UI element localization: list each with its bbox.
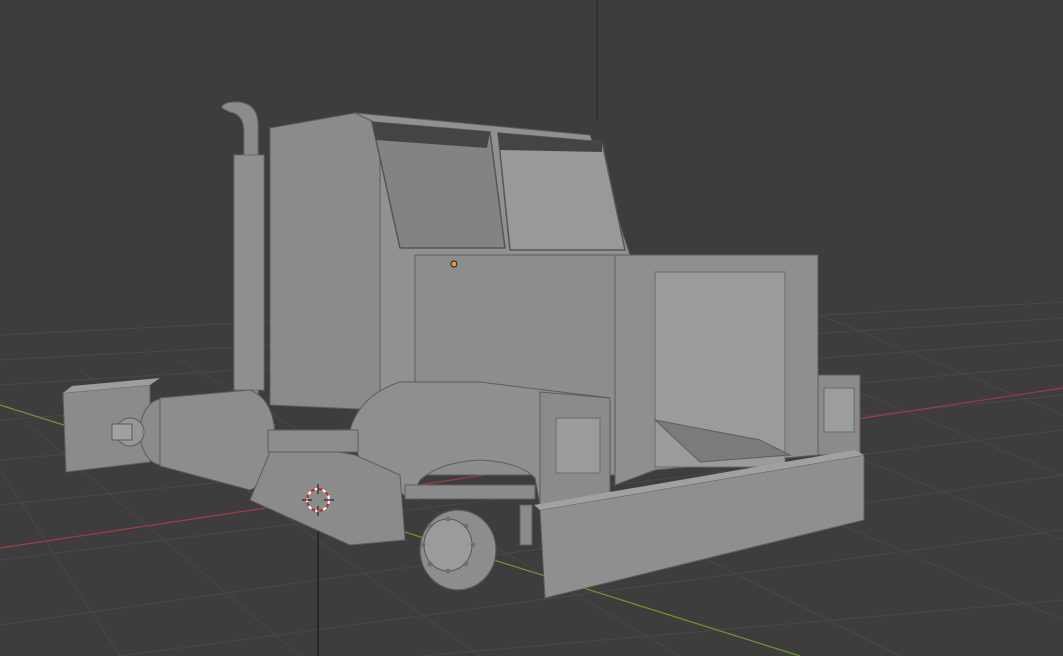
chassis-rail [267,429,359,453]
steering-link [519,504,533,546]
headlight-left [555,417,601,474]
fuel-tank [159,389,276,491]
headlight-right [823,387,855,433]
front-axle [404,484,536,500]
3d-viewport[interactable] [0,0,1063,656]
fuel-nozzle [111,423,133,441]
exhaust-pipe [233,154,265,391]
object-origin-icon[interactable] [450,260,458,268]
cab-side [269,112,381,411]
viewport-canvas[interactable] [0,0,1063,656]
